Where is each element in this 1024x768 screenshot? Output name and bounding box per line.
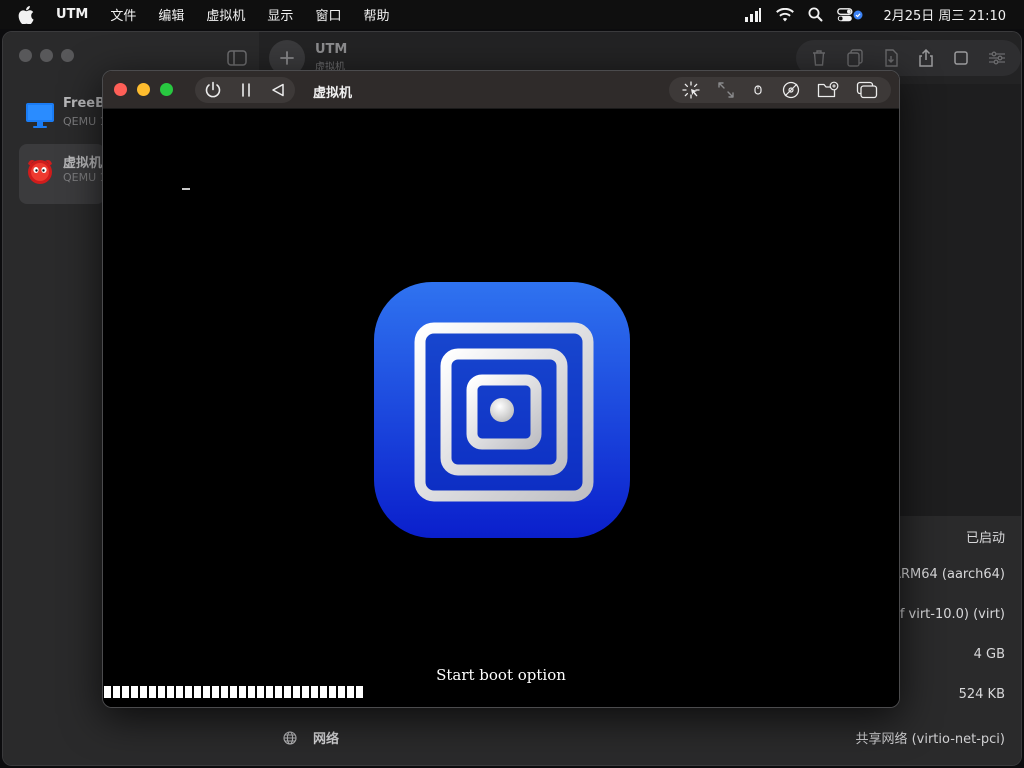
progress-block — [257, 686, 264, 698]
menu-edit[interactable]: 编辑 — [158, 5, 184, 24]
menu-help[interactable]: 帮助 — [363, 5, 389, 24]
vm-memory-value: 4 GB — [973, 647, 1005, 662]
menu-view[interactable]: 显示 — [267, 5, 293, 24]
vm-list-item-freebsd[interactable]: FreeB QEMU 1 — [19, 88, 107, 148]
menu-app-utm[interactable]: UTM — [56, 7, 88, 22]
network-row: 网络 — [283, 728, 339, 747]
progress-block — [275, 686, 282, 698]
menu-file[interactable]: 文件 — [110, 5, 136, 24]
progress-block — [194, 686, 201, 698]
share-icon[interactable] — [918, 49, 934, 67]
wifi-icon[interactable] — [776, 7, 795, 22]
progress-block — [176, 686, 183, 698]
menu-bar: UTM 文件 编辑 虚拟机 显示 窗口 帮助 2月25日 周三 21:10 — [0, 0, 1024, 29]
progress-block — [212, 686, 219, 698]
progress-block — [203, 686, 210, 698]
progress-block — [320, 686, 327, 698]
utm-logo-icon — [374, 282, 630, 538]
menu-vm[interactable]: 虚拟机 — [206, 5, 245, 24]
minimize-button-inactive[interactable] — [40, 49, 53, 62]
progress-block — [113, 686, 120, 698]
close-button-inactive[interactable] — [19, 49, 32, 62]
vm-subtitle: QEMU 1 — [63, 115, 107, 128]
progress-block — [167, 686, 174, 698]
vm-name: 虚拟机 — [63, 156, 103, 171]
usb-mouse-icon[interactable] — [752, 82, 764, 98]
progress-block — [221, 686, 228, 698]
progress-block — [140, 686, 147, 698]
sidebar-toggle-icon[interactable] — [225, 46, 249, 70]
progress-block — [131, 686, 138, 698]
progress-block — [293, 686, 300, 698]
windows-switch-icon[interactable] — [856, 81, 878, 99]
vm-display-window: 虚拟机 Start boot option — [102, 70, 900, 708]
progress-block — [347, 686, 354, 698]
progress-block — [239, 686, 246, 698]
vm-subtitle: QEMU 1 — [63, 171, 107, 184]
boot-status-text: Start boot option — [436, 666, 566, 684]
menu-window[interactable]: 窗口 — [315, 5, 341, 24]
progress-block — [104, 686, 111, 698]
progress-block — [266, 686, 273, 698]
download-icon[interactable] — [883, 49, 899, 67]
stop-icon[interactable] — [953, 50, 969, 66]
trash-icon[interactable] — [811, 49, 827, 67]
progress-block — [302, 686, 309, 698]
vm-power-controls — [195, 77, 295, 103]
vm-size-value: 524 KB — [958, 687, 1005, 702]
progress-block — [284, 686, 291, 698]
zoom-button-inactive[interactable] — [61, 49, 74, 62]
settings-sliders-icon[interactable] — [988, 50, 1006, 66]
globe-icon — [283, 730, 297, 745]
progress-block — [149, 686, 156, 698]
capture-input-icon[interactable] — [682, 81, 700, 99]
disc-drive-icon[interactable] — [782, 81, 800, 99]
vm-screen[interactable]: Start boot option — [103, 110, 899, 707]
vm-display-tools — [669, 77, 891, 103]
stats-icon[interactable] — [744, 7, 762, 22]
progress-block — [158, 686, 165, 698]
control-center-icon[interactable] — [837, 7, 863, 22]
network-label: 网络 — [313, 732, 340, 747]
power-icon[interactable] — [204, 81, 222, 99]
progress-block — [230, 686, 237, 698]
text-cursor — [182, 188, 190, 190]
pause-icon[interactable] — [239, 82, 253, 98]
vm-window-controls — [114, 83, 183, 96]
progress-block — [248, 686, 255, 698]
vm-name: FreeB — [63, 96, 106, 111]
progress-block — [311, 686, 318, 698]
progress-block — [122, 686, 129, 698]
boot-progress-bar — [104, 686, 363, 698]
spotlight-search-icon[interactable] — [808, 7, 823, 22]
resize-arrows-icon[interactable] — [717, 81, 735, 99]
minimize-button[interactable] — [137, 83, 150, 96]
vm-list-item-selected[interactable]: 虚拟机 QEMU 1 — [19, 144, 107, 204]
main-window-controls — [19, 49, 82, 62]
network-value: 共享网络 (virtio-net-pci) — [855, 732, 1005, 747]
vm-machine-value: of virt-10.0) (virt) — [891, 607, 1005, 622]
apple-menu-icon[interactable] — [18, 5, 38, 24]
progress-block — [185, 686, 192, 698]
vm-status-value: 已启动 — [965, 531, 1005, 546]
vm-architecture-value: ARM64 (aarch64) — [892, 567, 1005, 582]
vm-window-titlebar: 虚拟机 — [103, 71, 899, 109]
close-button[interactable] — [114, 83, 127, 96]
menu-clock[interactable]: 2月25日 周三 21:10 — [883, 5, 1006, 24]
clone-icon[interactable] — [846, 49, 864, 67]
restart-triangle-icon[interactable] — [270, 82, 286, 98]
progress-block — [356, 686, 363, 698]
zoom-button[interactable] — [160, 83, 173, 96]
progress-block — [329, 686, 336, 698]
progress-block — [338, 686, 345, 698]
shared-folder-icon[interactable] — [817, 81, 839, 99]
main-window-title: UTM — [315, 42, 348, 57]
vm-window-title: 虚拟机 — [313, 86, 353, 101]
freebsd-daemon-icon — [25, 156, 55, 186]
monitor-icon — [25, 100, 55, 130]
